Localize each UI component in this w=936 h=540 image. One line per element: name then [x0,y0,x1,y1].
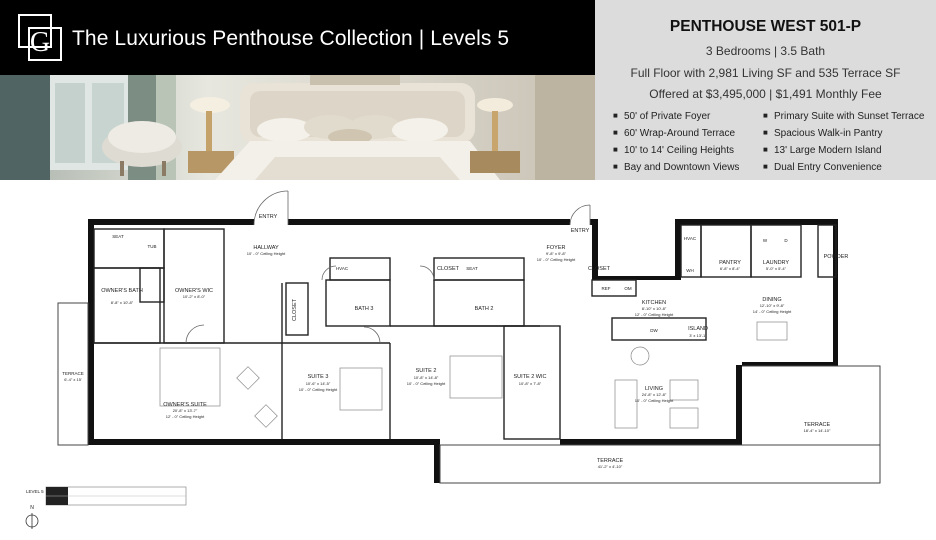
terrace-right-dim: 18'-4" x 14'-10" [804,428,831,433]
powder-label: POWDER [824,254,849,260]
owners-wic-dim: 10'-2" x 8'-0" [183,294,206,299]
bullet-icon: ■ [613,145,618,154]
beds-baths: 3 Bedrooms | 3.5 Bath [705,44,826,58]
dining-ceiling: 14' - 0" Ceiling Height [753,309,792,314]
oven-label: OM [624,286,632,291]
logo-letter: G [30,27,50,58]
bullet-icon: ■ [763,128,768,137]
wh-label: WH [686,268,694,273]
foyer-dim: 9'-8" x 9'-8" [546,251,567,256]
suite2-label: SUITE 2 [416,368,437,374]
bullet-icon: ■ [613,128,618,137]
north-compass-icon: N [25,505,39,529]
level-label: LEVEL 5 [26,489,44,494]
terrace-small-dim: 6'-4" x 15' [64,377,82,382]
entry-right-label: ENTRY [571,228,590,234]
hvac2-label: HVAC [684,236,697,241]
doors [185,190,591,344]
bullet-icon: ■ [613,111,618,120]
bedroom-photo [0,75,595,180]
hallway-dim: 10' - 0" Ceiling Height [247,251,286,256]
feature-item: ■ Bay and Downtown Views [613,159,739,176]
closet-right-label: CLOSET [588,266,611,272]
living-ceiling: 10' - 0" Ceiling Height [635,398,674,403]
logo: G [18,14,62,61]
dryer-label: D [784,238,788,243]
island-dim: 3' x 13'-1" [689,333,707,338]
island-label: ISLAND [688,326,708,332]
owners-suite-ceiling: 12' - 0" Ceiling Height [166,414,205,419]
bullet-icon: ■ [763,162,768,171]
floor-plan: ENTRY ENTRY HALLWAY 10' - 0" Ceiling Hei… [25,190,881,529]
level-key-plan: LEVEL 5 [26,486,187,506]
suite3-dim: 10'-6" x 14'-5" [306,381,331,386]
seat2-label: SEAT [466,266,478,271]
feature-item: ■ 60' Wrap-Around Terrace [613,125,739,142]
closet-label: CLOSET [437,266,460,272]
hero-title: The Luxurious Penthouse Collection | Lev… [72,27,510,50]
foyer-ceiling: 10' - 0" Ceiling Height [537,257,576,262]
owners-bath-dim: 8'-8" x 10'-8" [111,300,134,305]
tub-label: TUB [148,244,157,249]
features-right: ■ Primary Suite with Sunset Terrace ■ Spac… [763,108,924,176]
features-left: ■ 50' of Private Foyer ■ 60' Wrap-Around T… [613,108,739,176]
bath2-label: BATH 2 [475,306,494,312]
suite3-label: SUITE 3 [308,374,329,380]
unit-title: PENTHOUSE WEST 501-P [669,18,862,35]
unit-price: Offered at $3,495,000 | $1,491 Monthly F… [649,87,882,101]
bullet-icon: ■ [613,162,618,171]
terrace-main-dim: 41'-2" x 4'-10" [598,464,623,469]
feature-item: ■ 50' of Private Foyer [613,108,739,125]
bullet-icon: ■ [763,111,768,120]
dining-dim: 12'-10" x 9'-8" [760,303,785,308]
living-dim: 24'-8" x 12'-8" [642,392,667,397]
seat-label: SEAT [112,234,124,239]
owners-suite-dim: 20'-8" x 13'-7" [173,408,198,413]
bullet-icon: ■ [763,145,768,154]
feature-item: ■ 10' to 14' Ceiling Heights [613,142,739,159]
hvac-label: HVAC [336,266,349,271]
suite2-wic-dim: 10'-8" x 7'-8" [519,381,542,386]
suite2-wic-label: SUITE 2 WIC [513,374,546,380]
feature-item: ■ Primary Suite with Sunset Terrace [763,108,924,125]
suite2-ceiling: 10' - 0" Ceiling Height [407,381,446,386]
suite3-ceiling: 10' - 0" Ceiling Height [299,387,338,392]
terrace-small-label: TERRACE [62,371,84,376]
kitchen-dim: 8'-10" x 10'-8" [642,306,667,311]
suite2-dim: 10'-8" x 14'-8" [414,375,439,380]
washer-label: W [763,238,768,243]
feature-item: ■ Dual Entry Convenience [763,159,924,176]
entry-left-label: ENTRY [259,214,278,220]
feature-item: ■ Spacious Walk-in Pantry [763,125,924,142]
bath3-label: BATH 3 [355,306,374,312]
owners-bath-label: OWNER'S BATH [101,288,143,294]
pantry-dim: 6'-8" x 8'-4" [720,266,741,271]
closet-vert-label: CLOSET [292,298,298,321]
laundry-dim: 5'-0" x 5'-4" [766,266,787,271]
kitchen-ceiling: 12' - 0" Ceiling Height [635,312,674,317]
unit-info-panel: PENTHOUSE WEST 501-P 3 Bedrooms | 3.5 Ba… [595,0,936,180]
feature-item: ■ 13' Large Modern Island [763,142,924,159]
ref-label: REF [602,286,611,291]
north-label: N [30,505,34,511]
unit-area: Full Floor with 2,981 Living SF and 535 … [630,66,901,80]
dw-label: DW [650,328,658,333]
